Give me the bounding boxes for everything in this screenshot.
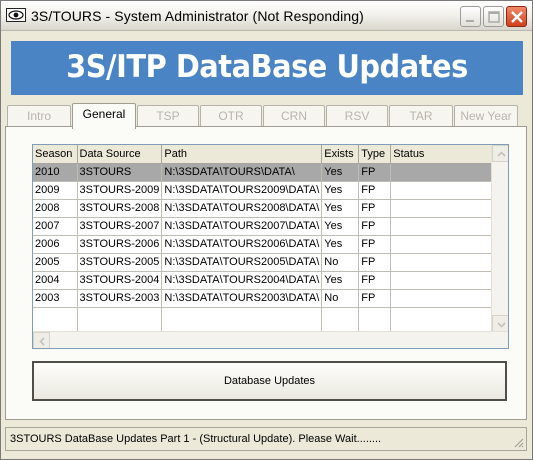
database-table: Season Data Source Path Exists Type Stat… xyxy=(33,145,494,333)
cell-type: FP xyxy=(358,289,392,308)
window-title: 3S/TOURS - System Administrator (Not Res… xyxy=(31,8,364,24)
cell-path: N:\3SDATA\TOURS2006\DATA\ xyxy=(161,235,323,254)
cell-exists: Yes xyxy=(321,181,360,200)
resize-grip-icon[interactable] xyxy=(512,436,524,448)
tab-tar[interactable]: TAR xyxy=(389,105,453,127)
cell-path: N:\3SDATA\TOURS2005\DATA\ xyxy=(161,253,323,272)
maximize-button[interactable] xyxy=(483,6,504,27)
close-icon xyxy=(511,11,523,23)
table-header-row: Season Data Source Path Exists Type Stat… xyxy=(33,145,494,164)
cell-path: N:\3SDATA\TOURS2008\DATA\ xyxy=(161,199,323,218)
cell-season: 2008 xyxy=(33,199,78,218)
cell-status xyxy=(390,235,494,254)
cell-season: 2003 xyxy=(33,289,78,308)
cell-type: FP xyxy=(358,271,392,290)
cell-season: 2006 xyxy=(33,235,78,254)
close-button[interactable] xyxy=(506,6,527,27)
cell-exists: Yes xyxy=(321,217,360,236)
cell-season: 2009 xyxy=(33,181,78,200)
cell-path: N:\3SDATA\TOURS2003\DATA\ xyxy=(161,289,323,308)
cell-type: FP xyxy=(358,235,392,254)
cell-data-source: 3STOURS-2008 xyxy=(77,199,163,218)
tab-intro[interactable]: Intro xyxy=(7,105,71,127)
tab-tsp[interactable]: TSP xyxy=(137,105,199,127)
cell-exists: No xyxy=(321,289,360,308)
title-bar[interactable]: 3S/TOURS - System Administrator (Not Res… xyxy=(1,1,532,31)
table-row[interactable]: 2009 3STOURS-2009 N:\3SDATA\TOURS2009\DA… xyxy=(33,181,494,200)
cell-season: 2004 xyxy=(33,271,78,290)
cell-status xyxy=(390,217,494,236)
cell-data-source: 3STOURS-2004 xyxy=(77,271,163,290)
cell-data-source: 3STOURS xyxy=(77,163,163,182)
cell-data-source: 3STOURS-2006 xyxy=(77,235,163,254)
scroll-up-button[interactable] xyxy=(492,145,508,162)
app-eye-icon xyxy=(6,8,26,22)
cell-season: 2005 xyxy=(33,253,78,272)
cell-type: FP xyxy=(358,181,392,200)
cell-type: FP xyxy=(358,163,392,182)
table-row[interactable]: 2003 3STOURS-2003 N:\3SDATA\TOURS2003\DA… xyxy=(33,289,494,308)
cell-data-source: 3STOURS-2009 xyxy=(77,181,163,200)
header-banner: 3S/ITP DataBase Updates xyxy=(11,41,523,95)
database-updates-button[interactable]: Database Updates xyxy=(32,361,507,401)
cell-path: N:\3SDATA\TOURS2007\DATA\ xyxy=(161,217,323,236)
cell-status xyxy=(390,271,494,290)
cell-season: 2007 xyxy=(33,217,78,236)
status-bar: 3STOURS DataBase Updates Part 1 - (Struc… xyxy=(5,427,527,451)
horizontal-scrollbar[interactable] xyxy=(33,331,508,348)
table-row-empty xyxy=(33,307,494,333)
cell-type: FP xyxy=(358,253,392,272)
banner-title: 3S/ITP DataBase Updates xyxy=(66,49,468,85)
database-grid[interactable]: Season Data Source Path Exists Type Stat… xyxy=(32,144,509,349)
table-row[interactable]: 2004 3STOURS-2004 N:\3SDATA\TOURS2004\DA… xyxy=(33,271,494,290)
tab-crn[interactable]: CRN xyxy=(263,105,325,127)
scroll-down-button[interactable] xyxy=(492,315,508,332)
column-header-exists[interactable]: Exists xyxy=(321,145,360,164)
table-row[interactable]: 2007 3STOURS-2007 N:\3SDATA\TOURS2007\DA… xyxy=(33,217,494,236)
column-header-status[interactable]: Status xyxy=(390,145,494,164)
cell-exists: Yes xyxy=(321,271,360,290)
cell-path: N:\3SDATA\TOURS\DATA\ xyxy=(161,163,323,182)
vertical-scrollbar[interactable] xyxy=(491,145,508,332)
minimize-icon xyxy=(466,20,474,22)
cell-data-source: 3STOURS-2007 xyxy=(77,217,163,236)
cell-season: 2010 xyxy=(33,163,78,182)
general-tab-panel: Season Data Source Path Exists Type Stat… xyxy=(5,126,527,420)
cell-path: N:\3SDATA\TOURS2004\DATA\ xyxy=(161,271,323,290)
cell-path: N:\3SDATA\TOURS2009\DATA\ xyxy=(161,181,323,200)
status-message: 3STOURS DataBase Updates Part 1 - (Struc… xyxy=(10,433,382,445)
minimize-button[interactable] xyxy=(460,6,481,27)
cell-exists: Yes xyxy=(321,235,360,254)
table-row[interactable]: 2006 3STOURS-2006 N:\3SDATA\TOURS2006\DA… xyxy=(33,235,494,254)
cell-status xyxy=(390,253,494,272)
cell-data-source: 3STOURS-2003 xyxy=(77,289,163,308)
cell-status xyxy=(390,199,494,218)
scroll-left-button[interactable] xyxy=(33,332,50,348)
cell-type: FP xyxy=(358,199,392,218)
table-row[interactable]: 2008 3STOURS-2008 N:\3SDATA\TOURS2008\DA… xyxy=(33,199,494,218)
tab-strip: Intro General TSP OTR CRN RSV TAR New Ye… xyxy=(5,103,519,129)
chevron-up-icon xyxy=(497,151,506,157)
tab-new-year[interactable]: New Year xyxy=(454,105,518,127)
cell-type: FP xyxy=(358,217,392,236)
cell-exists: No xyxy=(321,253,360,272)
cell-status xyxy=(390,289,494,308)
cell-status xyxy=(390,181,494,200)
cell-exists: Yes xyxy=(321,163,360,182)
tab-rsv[interactable]: RSV xyxy=(326,105,388,127)
column-header-data-source[interactable]: Data Source xyxy=(77,145,163,164)
tab-otr[interactable]: OTR xyxy=(200,105,262,127)
cell-data-source: 3STOURS-2005 xyxy=(77,253,163,272)
column-header-season[interactable]: Season xyxy=(33,145,78,164)
column-header-path[interactable]: Path xyxy=(161,145,323,164)
tab-general[interactable]: General xyxy=(72,103,136,129)
chevron-left-icon xyxy=(39,337,45,346)
app-window: 3S/TOURS - System Administrator (Not Res… xyxy=(0,0,533,460)
column-header-type[interactable]: Type xyxy=(358,145,392,164)
maximize-icon xyxy=(488,11,500,23)
table-row[interactable]: 2005 3STOURS-2005 N:\3SDATA\TOURS2005\DA… xyxy=(33,253,494,272)
table-row[interactable]: 2010 3STOURS N:\3SDATA\TOURS\DATA\ Yes F… xyxy=(33,163,494,182)
cell-exists: Yes xyxy=(321,199,360,218)
cell-status xyxy=(390,163,494,182)
